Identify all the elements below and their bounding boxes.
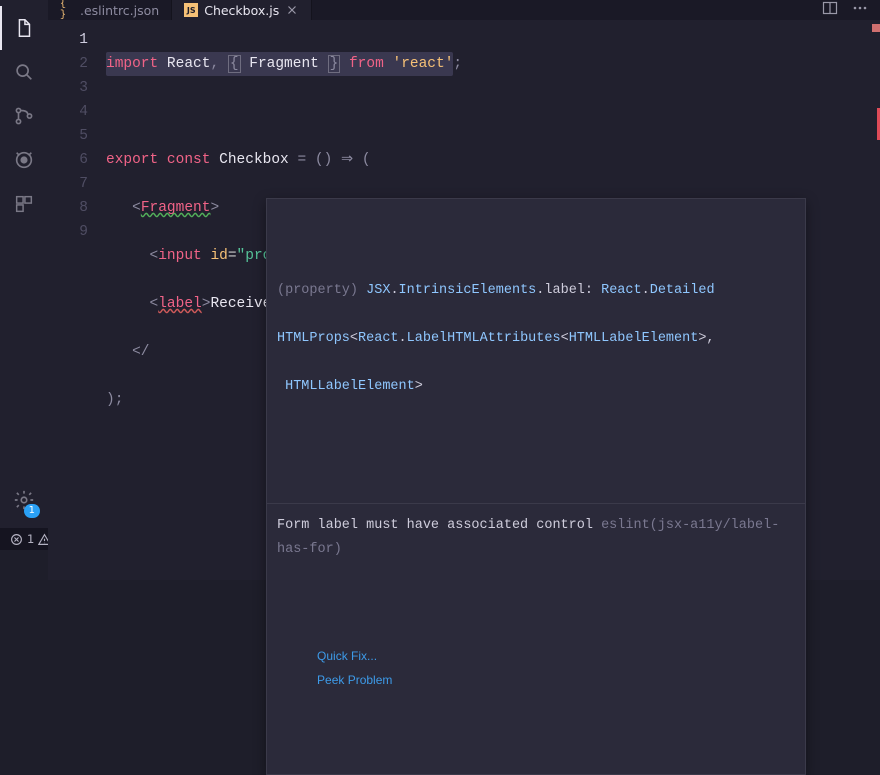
json-icon: { } <box>60 3 74 17</box>
code-editor[interactable]: 1 2 3 4 5 6 7 8 9 import React, { Fragme… <box>48 20 880 580</box>
tab-bar: { } .eslintrc.json JS Checkbox.js <box>48 0 880 20</box>
tab-checkbox-js[interactable]: JS Checkbox.js <box>172 0 312 20</box>
activity-bar: 1 <box>0 0 48 528</box>
line-gutter: 1 2 3 4 5 6 7 8 9 <box>48 20 106 580</box>
line-number: 1 <box>48 28 88 52</box>
line-number: 3 <box>48 76 88 100</box>
tab-eslintrc[interactable]: { } .eslintrc.json <box>48 0 172 20</box>
line-number: 2 <box>48 52 88 76</box>
explorer-icon[interactable] <box>0 6 48 50</box>
settings-gear-icon[interactable]: 1 <box>0 478 48 522</box>
source-control-icon[interactable] <box>0 94 48 138</box>
tab-label: Checkbox.js <box>204 3 279 18</box>
line-number: 5 <box>48 124 88 148</box>
error-count: 1 <box>27 532 34 546</box>
line-number: 8 <box>48 196 88 220</box>
settings-badge: 1 <box>24 504 40 518</box>
hover-message: Form label must have associated control … <box>267 503 805 570</box>
hover-actions: Quick Fix... Peek Problem <box>267 618 805 726</box>
tab-label: .eslintrc.json <box>80 3 159 18</box>
more-icon[interactable] <box>852 0 868 20</box>
line-number: 6 <box>48 148 88 172</box>
editor-group: { } .eslintrc.json JS Checkbox.js 1 2 3 … <box>48 0 880 528</box>
workbench: 1 { } .eslintrc.json JS Checkbox.js 1 <box>0 0 880 528</box>
line-number: 9 <box>48 220 88 244</box>
minimap[interactable] <box>856 20 880 580</box>
quick-fix-link[interactable]: Quick Fix... <box>317 649 377 663</box>
minimap-decoration <box>872 24 880 32</box>
search-icon[interactable] <box>0 50 48 94</box>
peek-problem-link[interactable]: Peek Problem <box>317 673 392 687</box>
split-editor-icon[interactable] <box>822 0 838 20</box>
line-number: 4 <box>48 100 88 124</box>
debug-icon[interactable] <box>0 138 48 182</box>
hover-widget[interactable]: (property) JSX.IntrinsicElements.label: … <box>266 198 806 775</box>
editor-actions <box>822 0 880 20</box>
hover-signature: (property) JSX.IntrinsicElements.label: … <box>267 247 805 455</box>
close-icon[interactable] <box>285 3 299 17</box>
js-icon: JS <box>184 3 198 17</box>
line-number: 7 <box>48 172 88 196</box>
code-content: import React, { Fragment } from 'react';… <box>106 20 856 580</box>
extensions-icon[interactable] <box>0 182 48 226</box>
